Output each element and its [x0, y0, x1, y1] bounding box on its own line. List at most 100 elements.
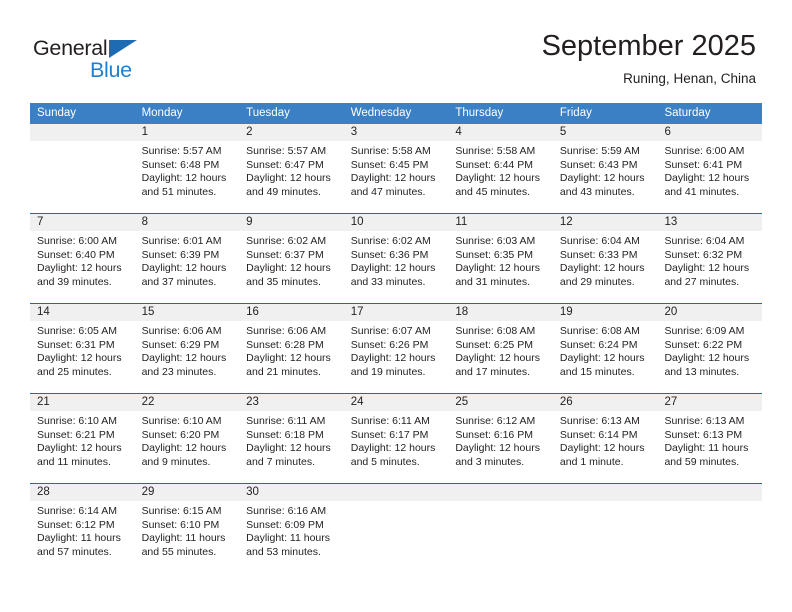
sunrise-text: Sunrise: 6:10 AM — [141, 415, 222, 427]
day-cell-24[interactable]: Sunrise: 6:11 AM Sunset: 6:17 PM Daylight:… — [344, 411, 449, 483]
day-number-22[interactable]: 22 — [135, 394, 240, 411]
day-cell-1[interactable]: Sunrise: 5:57 AM Sunset: 6:48 PM Daylight:… — [135, 141, 240, 213]
day-number-21[interactable]: 21 — [30, 394, 135, 411]
day-cell-6[interactable]: Sunrise: 6:00 AM Sunset: 6:41 PM Daylight:… — [657, 141, 762, 213]
day-cell-23[interactable]: Sunrise: 6:11 AM Sunset: 6:18 PM Daylight:… — [239, 411, 344, 483]
day-cell-empty — [344, 501, 449, 573]
daylight-text-line2: and 41 minutes. — [664, 185, 740, 198]
day-cell-12[interactable]: Sunrise: 6:04 AM Sunset: 6:33 PM Daylight:… — [553, 231, 658, 303]
day-cell-22[interactable]: Sunrise: 6:10 AM Sunset: 6:20 PM Daylight:… — [135, 411, 240, 483]
day-cell-26[interactable]: Sunrise: 6:13 AM Sunset: 6:14 PM Daylight:… — [553, 411, 658, 483]
day-number-29[interactable]: 29 — [135, 484, 240, 501]
day-number-empty — [448, 484, 553, 501]
week-content-row: Sunrise: 6:10 AM Sunset: 6:21 PM Daylight:… — [30, 411, 762, 483]
day-cell-25[interactable]: Sunrise: 6:12 AM Sunset: 6:16 PM Daylight:… — [448, 411, 553, 483]
day-cell-17[interactable]: Sunrise: 6:07 AM Sunset: 6:26 PM Daylight:… — [344, 321, 449, 393]
daylight-text-line2: and 21 minutes. — [246, 365, 321, 378]
sunrise-text: Sunrise: 6:16 AM — [246, 505, 327, 517]
day-cell-16[interactable]: Sunrise: 6:06 AM Sunset: 6:28 PM Daylight:… — [239, 321, 344, 393]
weekday-header-tuesday: Tuesday — [246, 107, 290, 119]
daylight-text-line1: Daylight: 12 hours — [246, 352, 331, 365]
sunrise-text: Sunrise: 6:06 AM — [141, 325, 222, 337]
day-cell-5[interactable]: Sunrise: 5:59 AM Sunset: 6:43 PM Daylight:… — [553, 141, 658, 213]
sunrise-text: Sunrise: 6:01 AM — [141, 235, 222, 247]
day-cell-10[interactable]: Sunrise: 6:02 AM Sunset: 6:36 PM Daylight:… — [344, 231, 449, 303]
page-title: September 2025 — [541, 30, 756, 62]
day-cell-18[interactable]: Sunrise: 6:08 AM Sunset: 6:25 PM Daylight:… — [448, 321, 553, 393]
day-cell-13[interactable]: Sunrise: 6:04 AM Sunset: 6:32 PM Daylight:… — [657, 231, 762, 303]
daylight-text-line1: Daylight: 12 hours — [455, 172, 540, 185]
day-cell-9[interactable]: Sunrise: 6:02 AM Sunset: 6:37 PM Daylight:… — [239, 231, 344, 303]
day-number-11[interactable]: 11 — [448, 214, 553, 231]
day-number-9[interactable]: 9 — [239, 214, 344, 231]
day-number-24[interactable]: 24 — [344, 394, 449, 411]
logo-text-blue: Blue — [90, 58, 132, 82]
sunrise-text: Sunrise: 6:02 AM — [246, 235, 327, 247]
daylight-text-line2: and 37 minutes. — [141, 275, 217, 288]
calendar-grid: Sunday Monday Tuesday Wednesday Thursday Frid… — [30, 103, 762, 573]
day-cell-29[interactable]: Sunrise: 6:15 AM Sunset: 6:10 PM Daylight:… — [135, 501, 240, 573]
day-number-4[interactable]: 4 — [448, 124, 553, 141]
daylight-text-line2: and 39 minutes. — [37, 275, 112, 288]
day-number-8[interactable]: 8 — [135, 214, 240, 231]
sunset-text: Sunset: 6:10 PM — [141, 518, 220, 531]
logo-triangle-icon — [109, 40, 137, 58]
day-number-16[interactable]: 16 — [239, 304, 344, 321]
daylight-text-line2: and 53 minutes. — [246, 545, 321, 558]
day-cell-11[interactable]: Sunrise: 6:03 AM Sunset: 6:35 PM Daylight:… — [448, 231, 553, 303]
day-number-2[interactable]: 2 — [239, 124, 344, 141]
day-number-12[interactable]: 12 — [553, 214, 658, 231]
generalblue-logo[interactable]: General Blue — [33, 36, 163, 82]
daylight-text-line1: Daylight: 11 hours — [664, 442, 749, 455]
sunrise-text: Sunrise: 6:02 AM — [350, 235, 431, 247]
day-number-20[interactable]: 20 — [657, 304, 762, 321]
day-number-10[interactable]: 10 — [344, 214, 449, 231]
day-number-17[interactable]: 17 — [344, 304, 449, 321]
daylight-text-line1: Daylight: 12 hours — [559, 352, 645, 365]
day-number-1[interactable]: 1 — [135, 124, 240, 141]
sunrise-text: Sunrise: 6:08 AM — [455, 325, 536, 337]
daylight-text-line2: and 27 minutes. — [664, 275, 740, 288]
day-cell-3[interactable]: Sunrise: 5:58 AM Sunset: 6:45 PM Daylight:… — [344, 141, 449, 213]
sunrise-text: Sunrise: 6:06 AM — [246, 325, 327, 337]
daylight-text-line1: Daylight: 12 hours — [37, 442, 122, 455]
day-cell-15[interactable]: Sunrise: 6:06 AM Sunset: 6:29 PM Daylight:… — [135, 321, 240, 393]
day-number-27[interactable]: 27 — [657, 394, 762, 411]
day-number-23[interactable]: 23 — [239, 394, 344, 411]
daylight-text-line2: and 59 minutes. — [664, 455, 740, 468]
day-cell-27[interactable]: Sunrise: 6:13 AM Sunset: 6:13 PM Daylight:… — [657, 411, 762, 483]
day-number-30[interactable]: 30 — [239, 484, 344, 501]
day-number-25[interactable]: 25 — [448, 394, 553, 411]
day-cell-4[interactable]: Sunrise: 5:58 AM Sunset: 6:44 PM Daylight:… — [448, 141, 553, 213]
day-number-14[interactable]: 14 — [30, 304, 135, 321]
daylight-text-line1: Daylight: 12 hours — [246, 442, 331, 455]
day-cell-30[interactable]: Sunrise: 6:16 AM Sunset: 6:09 PM Daylight:… — [239, 501, 344, 573]
day-cell-20[interactable]: Sunrise: 6:09 AM Sunset: 6:22 PM Daylight:… — [657, 321, 762, 393]
day-number-19[interactable]: 19 — [553, 304, 658, 321]
daylight-text-line2: and 17 minutes. — [455, 365, 531, 378]
day-cell-21[interactable]: Sunrise: 6:10 AM Sunset: 6:21 PM Daylight:… — [30, 411, 135, 483]
day-number-3[interactable]: 3 — [344, 124, 449, 141]
sunrise-text: Sunrise: 6:03 AM — [455, 235, 536, 247]
sunset-text: Sunset: 6:13 PM — [664, 428, 743, 441]
sunrise-text: Sunrise: 6:11 AM — [246, 415, 326, 427]
day-number-5[interactable]: 5 — [553, 124, 658, 141]
day-number-28[interactable]: 28 — [30, 484, 135, 501]
day-number-13[interactable]: 13 — [657, 214, 762, 231]
day-number-15[interactable]: 15 — [135, 304, 240, 321]
daylight-text-line2: and 43 minutes. — [559, 185, 635, 198]
day-number-6[interactable]: 6 — [657, 124, 762, 141]
day-number-26[interactable]: 26 — [553, 394, 658, 411]
daylight-text-line2: and 49 minutes. — [246, 185, 321, 198]
day-cell-8[interactable]: Sunrise: 6:01 AM Sunset: 6:39 PM Daylight:… — [135, 231, 240, 303]
sunset-text: Sunset: 6:17 PM — [350, 428, 429, 441]
day-number-7[interactable]: 7 — [30, 214, 135, 231]
day-cell-19[interactable]: Sunrise: 6:08 AM Sunset: 6:24 PM Daylight:… — [553, 321, 658, 393]
weekday-header-row: Sunday Monday Tuesday Wednesday Thursday Frid… — [30, 103, 762, 124]
day-cell-2[interactable]: Sunrise: 5:57 AM Sunset: 6:47 PM Daylight:… — [239, 141, 344, 213]
daylight-text-line1: Daylight: 12 hours — [350, 262, 436, 275]
day-cell-7[interactable]: Sunrise: 6:00 AM Sunset: 6:40 PM Daylight:… — [30, 231, 135, 303]
day-cell-14[interactable]: Sunrise: 6:05 AM Sunset: 6:31 PM Daylight:… — [30, 321, 135, 393]
day-cell-28[interactable]: Sunrise: 6:14 AM Sunset: 6:12 PM Daylight:… — [30, 501, 135, 573]
day-number-18[interactable]: 18 — [448, 304, 553, 321]
